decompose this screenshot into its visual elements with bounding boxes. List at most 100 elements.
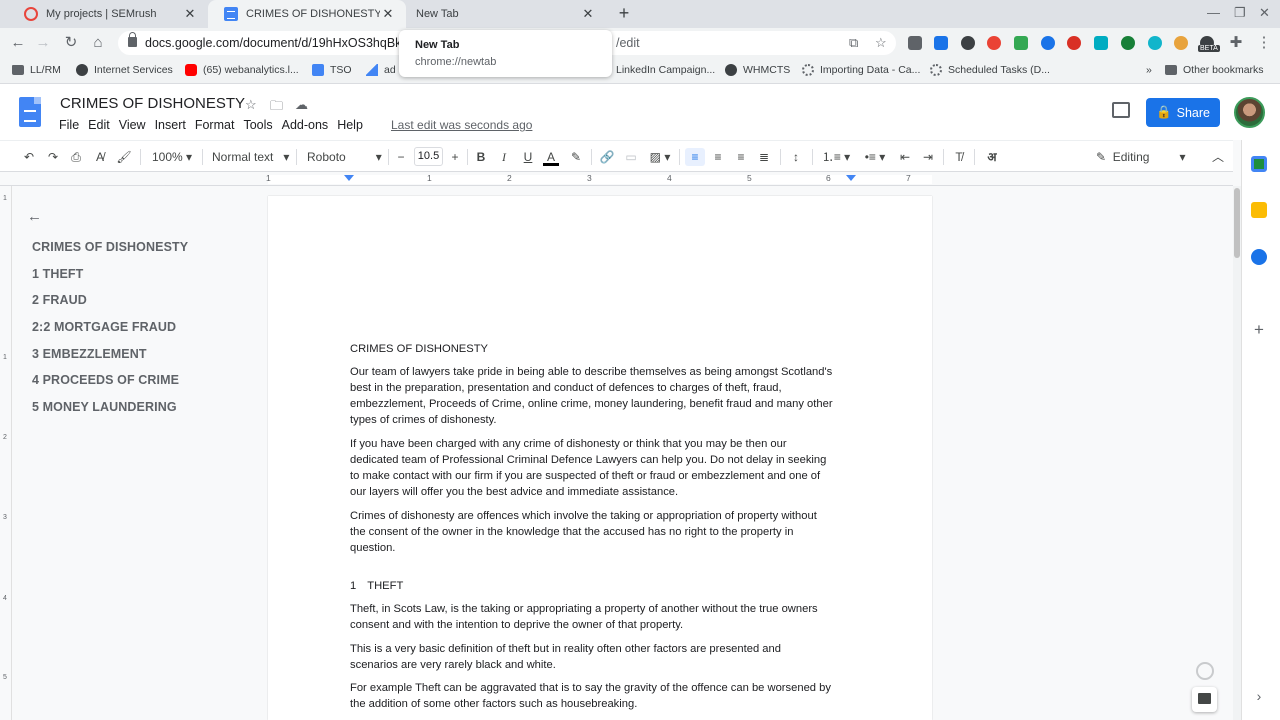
menu-help[interactable]: Help bbox=[337, 118, 371, 132]
last-edit-link[interactable]: Last edit was seconds ago bbox=[391, 118, 532, 132]
back-button[interactable]: ← bbox=[8, 33, 28, 53]
extension-q-icon[interactable] bbox=[934, 36, 948, 50]
bookmark-ad[interactable]: ad bbox=[366, 64, 396, 76]
font-size-input[interactable]: 10.5 bbox=[414, 147, 443, 166]
other-bookmarks[interactable]: Other bookmarks bbox=[1165, 64, 1264, 76]
menu-insert[interactable]: Insert bbox=[155, 118, 194, 132]
extension-icon[interactable] bbox=[1148, 36, 1162, 50]
tab-new-tab[interactable]: New Tab ✕ bbox=[406, 0, 606, 28]
left-indent-marker[interactable] bbox=[344, 175, 354, 181]
bookmark-whmcts[interactable]: WHMCTS bbox=[725, 64, 790, 76]
bookmark-scheduled-tasks[interactable]: Scheduled Tasks (D... bbox=[930, 64, 1050, 76]
align-center-icon[interactable]: ≡ bbox=[709, 148, 727, 166]
forward-button[interactable]: → bbox=[33, 33, 53, 53]
outline-item[interactable]: 2 FRAUD bbox=[32, 293, 188, 320]
bookmark-ll-rm[interactable]: LL/RM bbox=[12, 64, 61, 76]
document-title[interactable]: CRIMES OF DISHONESTY bbox=[60, 95, 245, 112]
right-indent-marker[interactable] bbox=[846, 175, 856, 181]
home-button[interactable]: ⌂ bbox=[88, 33, 108, 53]
restore-icon[interactable]: ❐ bbox=[1234, 5, 1246, 21]
bookmark-tso[interactable]: TSO bbox=[312, 64, 352, 76]
print-icon[interactable]: ⎙ bbox=[67, 148, 85, 166]
google-docs-logo-icon[interactable] bbox=[19, 97, 41, 127]
outline-item[interactable]: 2:2 MORTGAGE FRAUD bbox=[32, 320, 188, 347]
scrollbar-thumb[interactable] bbox=[1234, 188, 1240, 258]
undo-icon[interactable]: ↶ bbox=[20, 148, 38, 166]
insert-image-icon[interactable]: ▨ ▾ bbox=[646, 148, 674, 166]
increase-font-size-button[interactable]: + bbox=[448, 148, 462, 166]
reload-button[interactable]: ↻ bbox=[61, 33, 81, 53]
star-icon[interactable]: ☆ bbox=[245, 97, 257, 113]
highlight-color-icon[interactable]: ✎ bbox=[568, 148, 584, 166]
document-page[interactable]: CRIMES OF DISHONESTY Our team of lawyers… bbox=[268, 196, 932, 720]
menu-edit[interactable]: Edit bbox=[88, 118, 118, 132]
bold-button[interactable]: B bbox=[473, 148, 489, 166]
extension-icon[interactable] bbox=[987, 36, 1001, 50]
redo-icon[interactable]: ↷ bbox=[44, 148, 62, 166]
outline-item[interactable]: 4 PROCEEDS OF CRIME bbox=[32, 373, 188, 400]
bookmark-importing-data[interactable]: Importing Data - Ca... bbox=[802, 64, 920, 76]
bookmark-webanalytics[interactable]: (65) webanalytics.l... bbox=[185, 64, 299, 76]
close-window-icon[interactable]: ✕ bbox=[1259, 5, 1270, 21]
menu-file[interactable]: File bbox=[59, 118, 87, 132]
input-tools-button[interactable]: अ bbox=[983, 148, 1001, 166]
add-comment-icon[interactable]: ▭ bbox=[622, 148, 640, 166]
text-color-button[interactable]: A bbox=[543, 148, 559, 166]
menu-add-ons[interactable]: Add-ons bbox=[282, 118, 337, 132]
extension-icon[interactable] bbox=[908, 36, 922, 50]
menu-tools[interactable]: Tools bbox=[243, 118, 280, 132]
outline-item[interactable]: CRIMES OF DISHONESTY bbox=[32, 240, 188, 267]
close-icon[interactable]: ✕ bbox=[182, 6, 198, 22]
numbered-list-icon[interactable]: ⒈≡ ▾ bbox=[819, 148, 853, 166]
avatar[interactable] bbox=[1234, 97, 1265, 128]
share-button[interactable]: 🔒 Share bbox=[1146, 98, 1220, 127]
spellcheck-icon[interactable]: A̸ bbox=[91, 148, 109, 166]
extension-icon[interactable] bbox=[961, 36, 975, 50]
comment-history-icon[interactable] bbox=[1112, 102, 1130, 118]
bookmark-linkedin-campaign[interactable]: LinkedIn Campaign... bbox=[616, 64, 715, 76]
outline-item[interactable]: 1 THEFT bbox=[32, 267, 188, 294]
clear-formatting-icon[interactable]: T̸ bbox=[950, 148, 968, 166]
menu-view[interactable]: View bbox=[119, 118, 154, 132]
line-spacing-icon[interactable]: ↕ bbox=[787, 148, 805, 166]
outline-item[interactable]: 3 EMBEZZLEMENT bbox=[32, 347, 188, 374]
align-right-icon[interactable]: ≡ bbox=[732, 148, 750, 166]
decrease-indent-icon[interactable]: ⇤ bbox=[896, 148, 914, 166]
extension-icon[interactable] bbox=[1174, 36, 1188, 50]
editing-mode-select[interactable]: ✎ Editing ▾ bbox=[1096, 148, 1200, 166]
open-in-app-icon[interactable]: ⧉ bbox=[849, 35, 858, 51]
minimize-icon[interactable]: — bbox=[1207, 5, 1220, 20]
tasks-icon[interactable] bbox=[1251, 249, 1267, 265]
add-addon-icon[interactable]: + bbox=[1251, 321, 1267, 338]
underline-button[interactable]: U bbox=[520, 148, 536, 166]
justify-icon[interactable]: ≣ bbox=[755, 148, 773, 166]
vertical-scrollbar[interactable] bbox=[1233, 186, 1241, 720]
paint-format-icon[interactable]: 🖌 bbox=[115, 148, 133, 166]
zoom-select[interactable]: 100% ▾ bbox=[148, 148, 196, 166]
decrease-font-size-button[interactable]: − bbox=[394, 148, 408, 166]
expand-panel-icon[interactable]: › bbox=[1251, 688, 1267, 704]
keep-icon[interactable] bbox=[1251, 202, 1267, 218]
increase-indent-icon[interactable]: ⇥ bbox=[919, 148, 937, 166]
chrome-menu-icon[interactable]: ⋮ bbox=[1254, 33, 1274, 53]
extension-icon[interactable] bbox=[1094, 36, 1108, 50]
style-select[interactable]: Normal text ▾ bbox=[212, 148, 292, 166]
insert-link-icon[interactable]: 🔗 bbox=[598, 148, 616, 166]
collapse-menus-icon[interactable]: ︿ bbox=[1210, 148, 1226, 166]
extension-icon[interactable] bbox=[1041, 36, 1055, 50]
close-outline-arrow-icon[interactable]: ← bbox=[27, 208, 42, 225]
extensions-puzzle-icon[interactable]: ✚ bbox=[1226, 33, 1246, 53]
outline-item[interactable]: 5 MONEY LAUNDERING bbox=[32, 400, 188, 427]
calendar-icon[interactable] bbox=[1251, 156, 1267, 172]
grammarly-icon[interactable] bbox=[1196, 662, 1214, 680]
close-icon[interactable]: ✕ bbox=[380, 6, 396, 22]
tab-crimes-of-dishonesty[interactable]: CRIMES OF DISHONESTY - Goog ✕ bbox=[208, 0, 406, 28]
explore-button[interactable] bbox=[1192, 687, 1217, 712]
menu-format[interactable]: Format bbox=[195, 118, 243, 132]
extension-icon[interactable] bbox=[1014, 36, 1028, 50]
extension-icon[interactable] bbox=[1121, 36, 1135, 50]
cloud-saved-icon[interactable]: ☁ bbox=[295, 97, 308, 113]
font-select[interactable]: Roboto ▾ bbox=[307, 148, 385, 166]
italic-button[interactable]: I bbox=[496, 148, 512, 166]
extension-icon[interactable] bbox=[1067, 36, 1081, 50]
